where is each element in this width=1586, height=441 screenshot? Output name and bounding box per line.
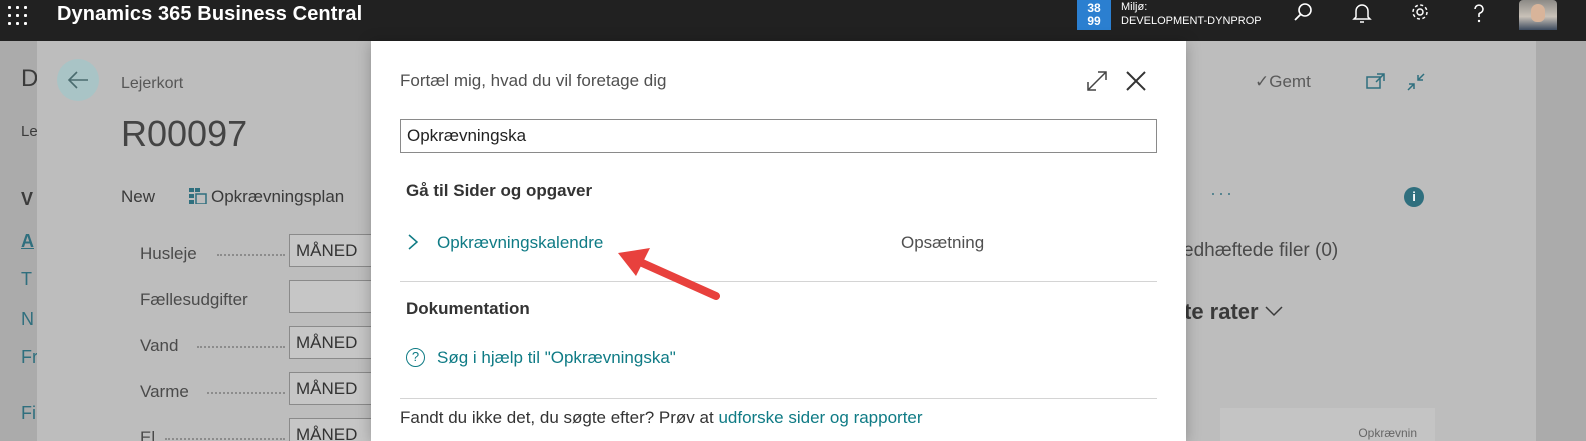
environment-label: Miljø:	[1121, 1, 1148, 13]
new-button[interactable]: New	[121, 187, 155, 207]
open-new-window-icon[interactable]	[1365, 71, 1387, 93]
chevron-right-icon	[408, 234, 419, 250]
outer-link-fragment: A	[21, 231, 34, 251]
saved-label: Gemt	[1269, 72, 1311, 91]
outer-tab-fragment: Le	[21, 123, 38, 140]
expand-icon[interactable]	[1084, 68, 1110, 94]
attachments-link[interactable]: edhæftede filer (0)	[1183, 240, 1338, 262]
environment-name: DEVELOPMENT-DYNPROP	[1121, 15, 1262, 27]
card-type-label: Lejerkort	[121, 75, 184, 92]
outer-link-fragment: T	[21, 269, 32, 289]
divider	[400, 281, 1157, 282]
field-leader-dots	[217, 254, 285, 256]
plan-icon	[189, 188, 207, 205]
section-pages-heading: Gå til Sider og opgaver	[406, 181, 593, 200]
environment-badge[interactable]: 38 99	[1077, 0, 1111, 30]
outer-link-fragment: Fi	[21, 403, 36, 423]
question-circle-icon: ?	[406, 348, 425, 367]
bell-icon[interactable]	[1343, 0, 1379, 30]
outer-link-fragment: N	[21, 309, 34, 329]
rates-heading[interactable]: te rater	[1184, 299, 1283, 325]
outer-title-fragment: D	[21, 65, 39, 92]
field-leader-dots	[165, 438, 285, 440]
back-button[interactable]	[57, 59, 99, 101]
outer-section-fragment: V	[21, 189, 34, 209]
result-name[interactable]: Opkrævningskalendre	[437, 233, 603, 253]
dialog-title: Fortæl mig, hvad du vil foretage dig	[400, 71, 667, 90]
opkraevningsplan-label: Opkrævningsplan	[211, 187, 345, 206]
list-part-header: Opkrævnin	[1220, 408, 1435, 441]
field-leader-dots	[207, 392, 285, 394]
app-launcher-icon[interactable]	[8, 6, 34, 32]
section-docs-heading: Dokumentation	[406, 299, 530, 318]
field-label-el: El	[140, 428, 156, 441]
check-icon: ✓	[1255, 72, 1270, 91]
list-part-column: Opkrævnin	[1358, 426, 1417, 440]
search-input[interactable]	[400, 119, 1157, 153]
field-label-faellesudgifter: Fællesudgifter	[140, 290, 248, 309]
field-label-husleje: Husleje	[140, 244, 197, 263]
field-label-vand: Vand	[140, 336, 179, 355]
chevron-down-icon	[1265, 306, 1283, 317]
field-label-varme: Varme	[140, 382, 189, 401]
more-actions-button[interactable]: ···	[1210, 183, 1234, 204]
footer-prefix: Fandt du ikke det, du søgte efter? Prøv …	[400, 408, 719, 427]
result-row[interactable]: Opkrævningskalendre Opsætning	[400, 225, 1157, 261]
help-icon[interactable]	[1460, 0, 1496, 30]
search-icon[interactable]	[1285, 0, 1321, 30]
user-avatar[interactable]	[1519, 0, 1557, 30]
rates-heading-label: te rater	[1184, 299, 1259, 324]
opkraevningsplan-button[interactable]: Opkrævningsplan	[189, 187, 344, 207]
explore-pages-link[interactable]: udforske sider og rapporter	[718, 408, 922, 427]
collapse-icon[interactable]	[1405, 71, 1427, 93]
divider	[400, 398, 1157, 399]
field-leader-dots	[197, 346, 285, 348]
gear-icon[interactable]	[1401, 0, 1437, 30]
outer-link-fragment: Fr	[21, 347, 38, 367]
footer-text: Fandt du ikke det, du søgte efter? Prøv …	[400, 408, 923, 428]
top-bar: Dynamics 365 Business Central 38 99 Miljø…	[0, 0, 1586, 41]
back-arrow-icon	[67, 71, 88, 89]
card-title: R00097	[121, 113, 248, 154]
result-category: Opsætning	[901, 233, 985, 252]
tell-me-dialog: Fortæl mig, hvad du vil foretage dig Gå …	[371, 41, 1186, 441]
environment-info[interactable]: Miljø: DEVELOPMENT-DYNPROP	[1121, 0, 1262, 28]
app-title[interactable]: Dynamics 365 Business Central	[57, 3, 362, 25]
saved-status: ✓Gemt	[1255, 72, 1311, 92]
close-icon[interactable]	[1122, 67, 1150, 95]
help-search-label: Søg i hjælp til "Opkrævningska"	[437, 348, 676, 367]
info-icon[interactable]: i	[1404, 187, 1424, 207]
